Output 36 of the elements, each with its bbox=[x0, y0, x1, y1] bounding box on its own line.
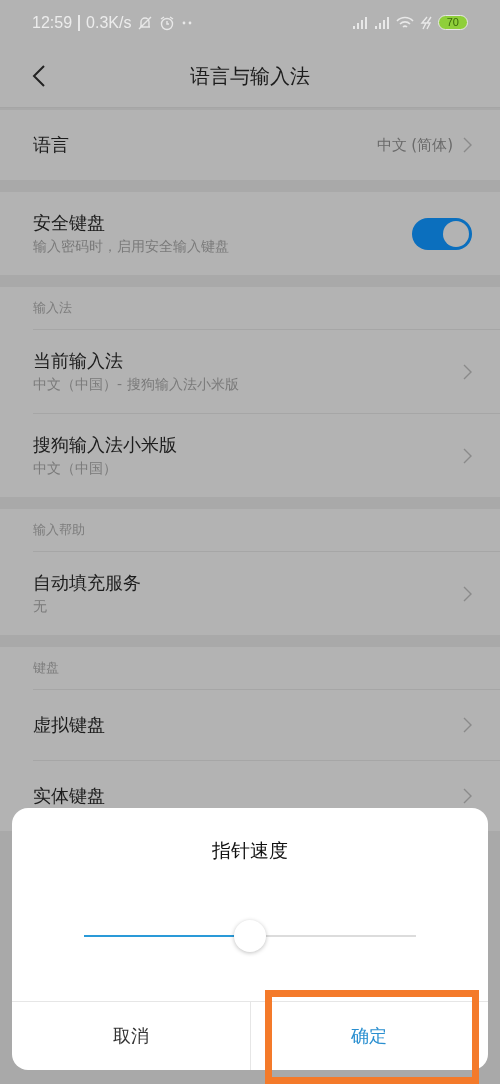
chevron-right-icon bbox=[463, 363, 472, 380]
chevron-right-icon bbox=[463, 447, 472, 464]
chevron-right-icon bbox=[463, 137, 472, 153]
confirm-button[interactable]: 确定 bbox=[250, 1002, 488, 1070]
muted-bell-icon bbox=[137, 14, 154, 31]
row-title: 实体键盘 bbox=[33, 784, 106, 808]
more-dots-icon bbox=[181, 19, 194, 26]
settings-row[interactable]: 语言 中文 (简体) bbox=[0, 110, 500, 180]
signal-icon bbox=[373, 15, 390, 30]
chevron-right-icon bbox=[463, 717, 472, 733]
row-title: 搜狗输入法小米版 bbox=[33, 433, 178, 457]
wifi-icon bbox=[395, 15, 414, 30]
row-title: 语言 bbox=[33, 133, 70, 157]
chevron-right-icon bbox=[463, 788, 472, 804]
alarm-icon bbox=[159, 14, 176, 31]
charging-icon bbox=[419, 15, 432, 30]
row-title: 安全键盘 bbox=[33, 211, 106, 235]
signal-icon bbox=[351, 15, 368, 30]
battery-level: 70 bbox=[437, 15, 468, 30]
network-speed: 0.3K/s bbox=[86, 13, 132, 32]
row-subtitle: 中文（中国） bbox=[33, 460, 118, 478]
page-title: 语言与输入法 bbox=[189, 62, 311, 90]
row-title: 当前输入法 bbox=[33, 349, 124, 373]
cancel-button[interactable]: 取消 bbox=[12, 1002, 251, 1070]
slider-thumb[interactable] bbox=[234, 919, 266, 952]
back-button[interactable] bbox=[32, 64, 46, 88]
settings-row[interactable]: 虚拟键盘 bbox=[33, 689, 500, 760]
chevron-right-icon bbox=[463, 585, 472, 602]
settings-row[interactable]: 搜狗输入法小米版 中文（中国） bbox=[33, 413, 500, 497]
row-value: 中文 (简体) bbox=[376, 135, 453, 155]
back-chevron-icon bbox=[32, 64, 46, 88]
row-title: 虚拟键盘 bbox=[33, 713, 106, 737]
status-time: 12:59 bbox=[32, 13, 73, 32]
row-title: 自动填充服务 bbox=[33, 571, 142, 595]
dialog-title: 指针速度 bbox=[212, 838, 288, 863]
toggle-switch[interactable] bbox=[412, 217, 472, 250]
